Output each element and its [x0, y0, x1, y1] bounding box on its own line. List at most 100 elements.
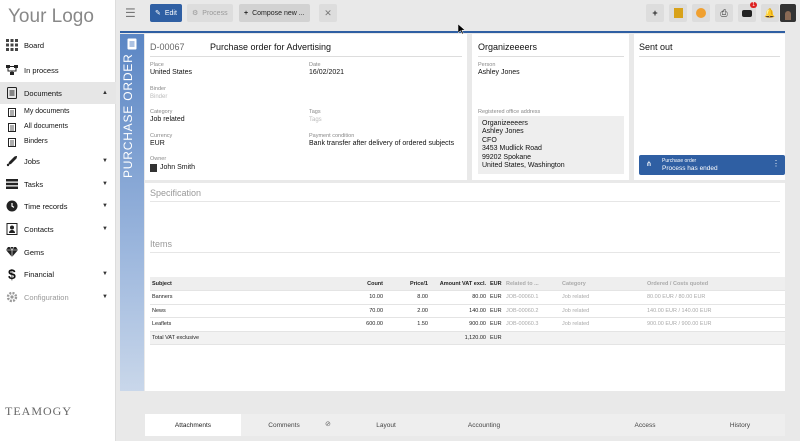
total-currency: EUR	[488, 331, 504, 345]
print-icon[interactable]: ⎙	[715, 4, 733, 22]
table-row[interactable]: Banners 10.00 8.00 80.00 EUR JOB-00060.1…	[150, 290, 785, 305]
document-icon	[8, 123, 16, 132]
person-value[interactable]: Ashley Jones	[478, 69, 520, 76]
sidebar-item-documents[interactable]: Documents ▲	[0, 82, 116, 104]
tab-accounting[interactable]: Accounting	[435, 414, 533, 436]
table-header-row: Subject Count Price/1 Amount VAT excl. E…	[150, 277, 785, 291]
place-value[interactable]: United States	[150, 69, 192, 76]
cell-related[interactable]: JOB-00060.1	[504, 290, 560, 305]
payment-condition-value[interactable]: Bank transfer after delivery of ordered …	[309, 140, 454, 147]
document-icon	[8, 108, 16, 117]
date-value[interactable]: 16/02/2021	[309, 69, 344, 76]
tab-label: Layout	[376, 421, 396, 429]
sent-out-title: Sent out	[639, 42, 673, 52]
tags-input[interactable]: Tags	[309, 117, 322, 123]
sidebar-item-in-process[interactable]: In process	[0, 59, 116, 81]
company-name[interactable]: Organizeeeers	[478, 42, 537, 52]
clock-icon	[6, 200, 18, 212]
sidebar-item-label: Binders	[24, 138, 48, 145]
sidebar-item-my-documents[interactable]: My documents	[0, 105, 116, 120]
process-status: Process has ended	[662, 165, 718, 172]
sidebar-item-configuration[interactable]: Configuration ▼	[0, 286, 116, 308]
owner-label: Owner	[150, 156, 167, 162]
more-icon[interactable]: ⋮	[772, 159, 780, 168]
process-icon	[6, 65, 18, 75]
place-label: Place	[150, 62, 164, 68]
date-label: Date	[309, 62, 321, 68]
binder-icon	[8, 138, 16, 147]
sidebar-item-binders[interactable]: Binders	[0, 135, 116, 150]
cell-subject: Banners	[150, 290, 290, 305]
chevron-down-icon: ▼	[102, 181, 108, 187]
table-row[interactable]: Leaflets 600.00 1.50 900.00 EUR JOB-0006…	[150, 317, 785, 332]
eye-slash-icon[interactable]: ⊘	[325, 420, 331, 428]
address-line: Ashley Jones	[482, 128, 524, 136]
cell-related[interactable]: JOB-00060.2	[504, 304, 560, 318]
process-icon: ⚙	[192, 10, 199, 17]
cell-related[interactable]: JOB-00060.3	[504, 317, 560, 332]
add-button[interactable]: +	[646, 4, 664, 22]
cell-count: 70.00	[290, 304, 385, 318]
sidebar-item-financial[interactable]: $ Financial ▼	[0, 263, 116, 285]
person-label: Person	[478, 62, 496, 68]
timer-icon[interactable]	[692, 4, 710, 22]
items-table: Subject Count Price/1 Amount VAT excl. E…	[150, 277, 785, 345]
address-box: Organizeeeers Ashley Jones CFO 3453 Mudl…	[478, 116, 624, 174]
tab-comments[interactable]: Comments	[241, 414, 327, 436]
tab-layout[interactable]: Layout	[341, 414, 431, 436]
sidebar-item-gems[interactable]: Gems	[0, 241, 116, 263]
category-value[interactable]: Job related	[150, 116, 185, 123]
column-header: Related to ...	[504, 277, 560, 291]
sidebar-item-jobs[interactable]: Jobs ▼	[0, 150, 116, 172]
cell-currency: EUR	[488, 317, 504, 332]
edit-label: Edit	[164, 9, 177, 17]
column-header: Amount VAT excl.	[430, 277, 488, 291]
grid-icon	[6, 39, 18, 51]
rocket-icon	[6, 156, 17, 167]
address-line: CFO	[482, 136, 497, 144]
chevron-down-icon: ▼	[102, 271, 108, 277]
note-icon[interactable]	[669, 4, 687, 22]
chat-icon[interactable]: 1	[738, 2, 757, 22]
sidebar-item-board[interactable]: Board	[0, 34, 116, 56]
table-row[interactable]: News 70.00 2.00 140.00 EUR JOB-00060.2 J…	[150, 304, 785, 318]
chevron-up-icon: ▲	[102, 90, 108, 96]
tab-label: Accounting	[467, 421, 501, 429]
binder-input[interactable]: Binder	[150, 94, 167, 100]
column-header: Ordered / Costs quoted	[645, 277, 785, 291]
sidebar-item-all-documents[interactable]: All documents	[0, 120, 116, 135]
tab-access[interactable]: Access	[595, 414, 695, 436]
tools-icon[interactable]: ✕	[319, 4, 337, 22]
cell-price: 2.00	[385, 304, 430, 318]
cell-amount: 140.00	[430, 304, 488, 318]
tab-attachments[interactable]: Attachments	[145, 414, 241, 436]
cell-price: 1.50	[385, 317, 430, 332]
address-line: United States, Washington	[482, 162, 565, 170]
cell-count: 600.00	[290, 317, 385, 332]
avatar[interactable]	[780, 4, 796, 22]
process-card[interactable]: ⋔ Purchase order Process has ended ⋮	[639, 155, 785, 175]
bell-icon[interactable]: 🔔	[761, 4, 779, 22]
owner-value[interactable]: John Smith	[160, 164, 195, 171]
column-header: Count	[290, 277, 385, 291]
compose-new-button[interactable]: + Compose new ...	[239, 4, 310, 22]
sidebar-item-contacts[interactable]: Contacts ▼	[0, 218, 116, 240]
plus-icon: +	[244, 9, 249, 17]
column-header: Category	[560, 277, 645, 291]
cell-amount: 80.00	[430, 290, 488, 305]
cell-category: Job related	[560, 304, 645, 318]
edit-button[interactable]: ✎ Edit	[150, 4, 182, 22]
bottom-tabs: Attachments Comments ⊘ Layout Accounting…	[145, 414, 785, 436]
company-card: Organizeeeers Person Ashley Jones Regist…	[472, 34, 629, 180]
address-line: 99202 Spokane	[482, 153, 532, 161]
document-title[interactable]: Purchase order for Advertising	[210, 42, 331, 52]
currency-value[interactable]: EUR	[150, 140, 165, 147]
sidebar-item-time-records[interactable]: Time records ▼	[0, 195, 116, 217]
cell-price: 8.00	[385, 290, 430, 305]
chevron-down-icon: ▼	[102, 203, 108, 209]
hamburger-icon[interactable]: ☰	[125, 6, 136, 20]
tab-history[interactable]: History	[695, 414, 785, 436]
tab-label: History	[729, 421, 751, 429]
process-button[interactable]: ⚙ Process	[187, 4, 233, 22]
sidebar-item-tasks[interactable]: Tasks ▼	[0, 173, 116, 195]
